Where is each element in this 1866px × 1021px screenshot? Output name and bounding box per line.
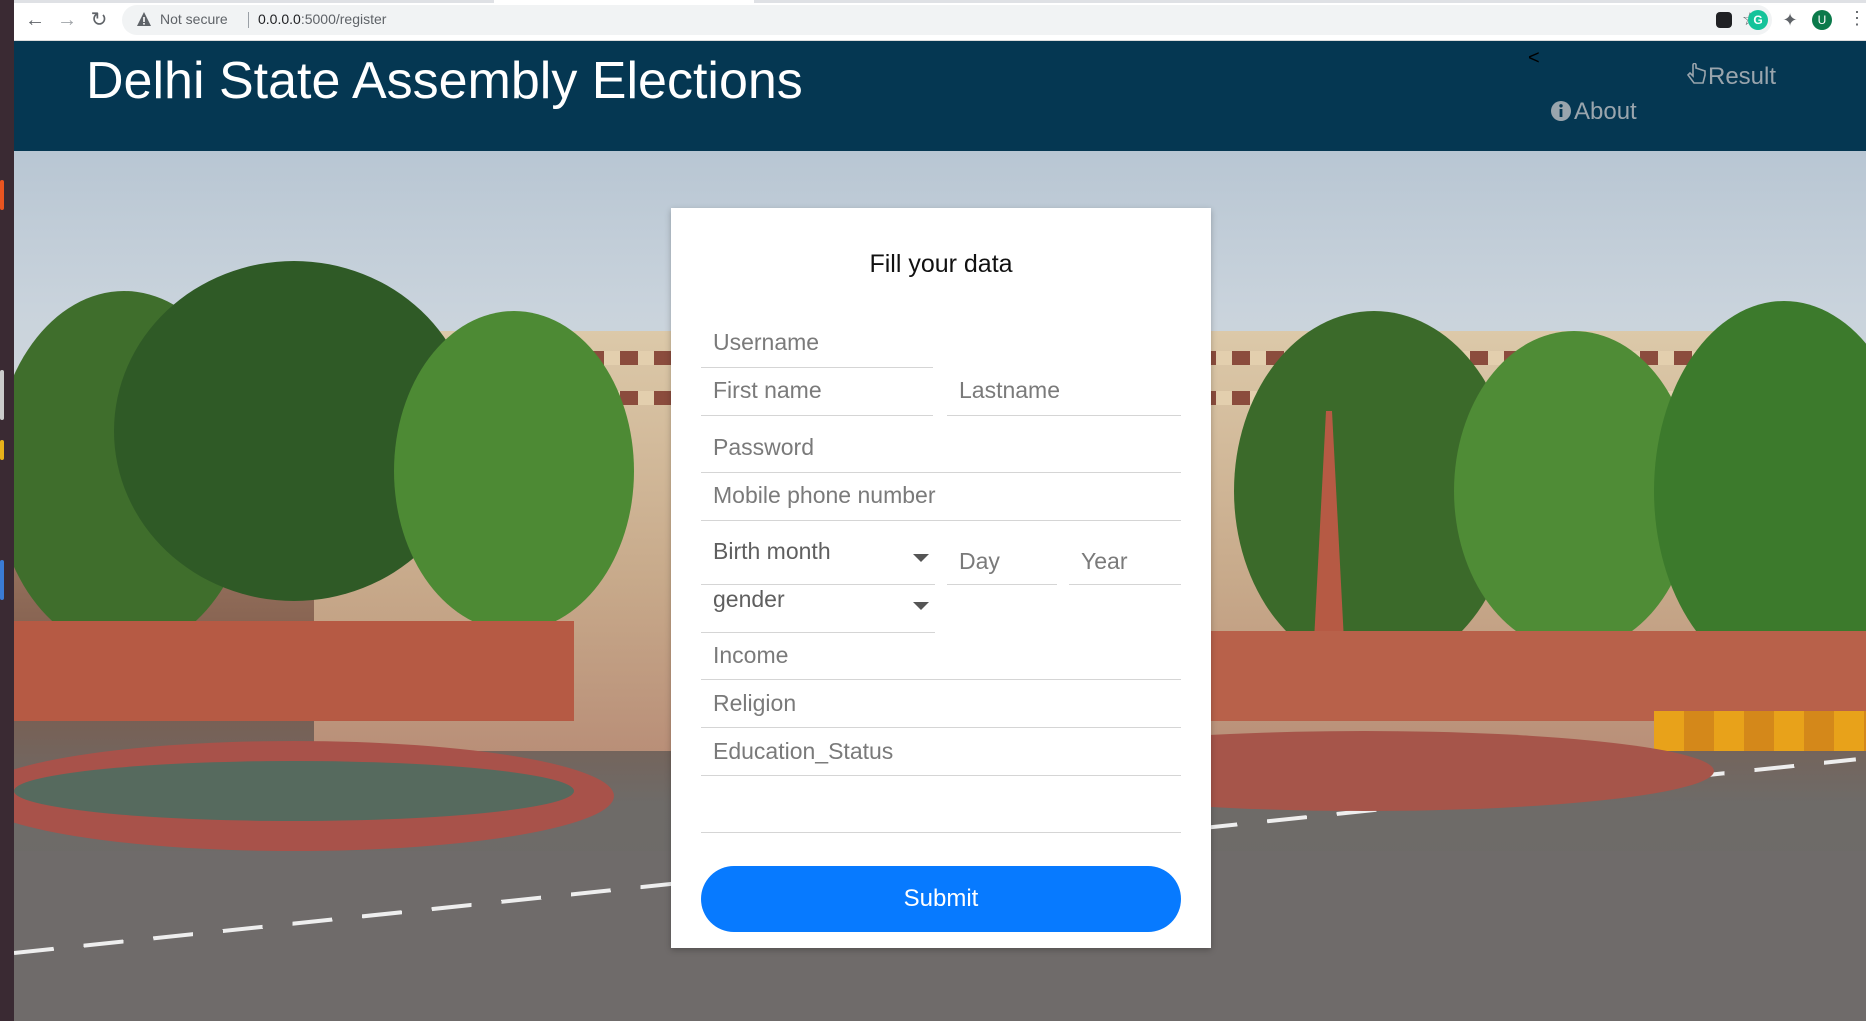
info-circle-icon [1551, 101, 1571, 121]
warning-icon [137, 12, 151, 26]
address-divider [248, 12, 249, 28]
nav-about-link[interactable]: About [1550, 98, 1637, 126]
firstname-input[interactable] [701, 366, 933, 416]
nav-toggle[interactable]: < [1528, 47, 1540, 70]
address-bar[interactable]: Not secure 0.0.0.0:5000/register ☆ [122, 5, 1772, 35]
url-text: 0.0.0.0:5000/register [258, 11, 386, 27]
puzzle-extensions-icon[interactable]: ✦ [1780, 10, 1800, 30]
barricade [1654, 711, 1866, 751]
chevron-down-icon [913, 554, 929, 562]
religion-input[interactable] [701, 680, 1181, 728]
url-path: :5000/register [300, 11, 387, 27]
lastname-input[interactable] [947, 366, 1181, 416]
nav-about-label: About [1574, 98, 1637, 125]
password-input[interactable] [701, 423, 1181, 473]
extension-icon[interactable] [1716, 12, 1732, 28]
gender-value: gender [713, 586, 785, 612]
tree [394, 311, 634, 631]
back-icon[interactable]: ← [22, 7, 48, 33]
registration-form: Fill your data Birth month gender Submit [671, 208, 1211, 948]
grammarly-icon[interactable]: G [1748, 10, 1768, 30]
security-label: Not secure [160, 11, 228, 27]
divider [701, 832, 1181, 833]
chevron-down-icon [913, 602, 929, 610]
education-input[interactable] [701, 728, 1181, 776]
os-dock [0, 0, 14, 1021]
browser-toolbar: ← → ↻ Not secure 0.0.0.0:5000/register ☆… [14, 0, 1866, 41]
tab-strip [14, 0, 1866, 3]
page-title: Delhi State Assembly Elections [86, 52, 803, 110]
birth-month-value: Birth month [713, 538, 831, 564]
site-header: Delhi State Assembly Elections < Result … [14, 41, 1866, 151]
dock-indicator [0, 370, 4, 420]
fountain-pool [14, 741, 614, 851]
dock-indicator [0, 180, 4, 210]
nav-result-link[interactable]: Result [1686, 63, 1776, 91]
red-wall [14, 621, 574, 721]
form-title: Fill your data [869, 250, 1013, 278]
year-input[interactable] [1069, 538, 1181, 585]
income-input[interactable] [701, 632, 1181, 680]
url-host: 0.0.0.0 [258, 11, 301, 27]
submit-button[interactable]: Submit [701, 866, 1181, 932]
gender-select[interactable]: gender [701, 586, 935, 633]
active-tab[interactable] [494, 0, 754, 3]
forward-icon[interactable]: → [54, 7, 80, 33]
mobile-input[interactable] [701, 471, 1181, 521]
pool-water [14, 761, 574, 821]
dock-indicator [0, 440, 4, 460]
username-input[interactable] [701, 318, 933, 368]
reload-icon[interactable]: ↻ [86, 7, 112, 33]
kebab-menu-icon[interactable]: ⋮ [1848, 8, 1866, 29]
pointer-hand-icon [1686, 63, 1706, 84]
nav-result-label: Result [1708, 63, 1777, 90]
day-input[interactable] [947, 538, 1057, 585]
birth-month-select[interactable]: Birth month [701, 538, 935, 585]
dock-indicator [0, 560, 4, 600]
profile-avatar[interactable]: U [1812, 10, 1832, 30]
